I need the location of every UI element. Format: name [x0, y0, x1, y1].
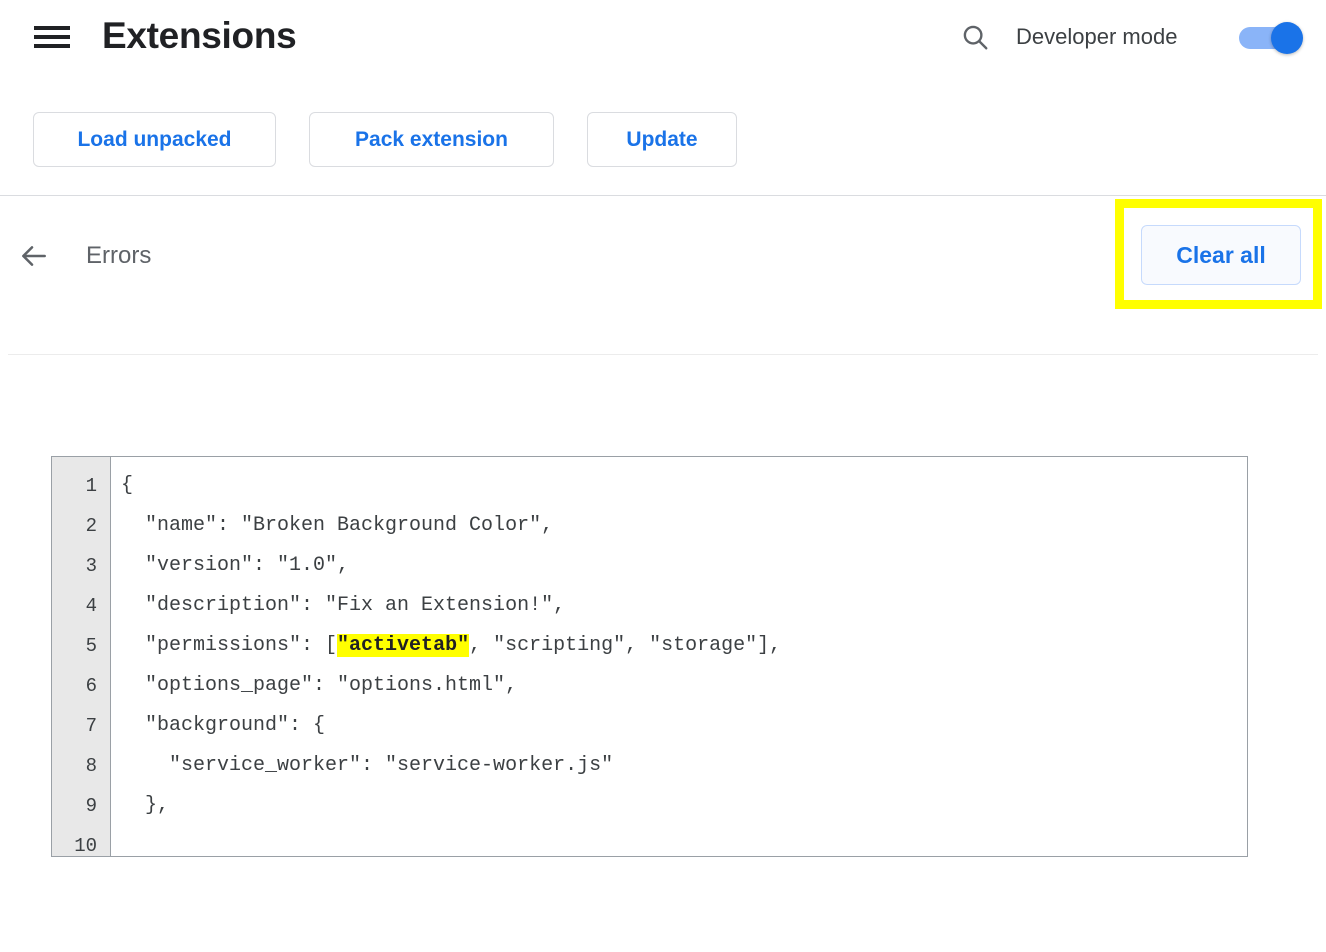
code-text: "name": "Broken Background Color", — [121, 514, 554, 537]
pack-extension-button[interactable]: Pack extension — [309, 112, 554, 167]
errors-header: Errors — [0, 196, 1326, 316]
toggle-knob — [1271, 22, 1303, 54]
code-content-area: { "name": "Broken Background Color", "ve… — [111, 457, 1247, 856]
errors-page-title: Errors — [86, 242, 152, 269]
code-line: "name": "Broken Background Color", — [121, 506, 1247, 546]
code-text: , "scripting", "storage"], — [469, 634, 782, 657]
code-line: { — [121, 466, 1247, 506]
code-text: "service_worker": "service-worker.js" — [121, 754, 614, 777]
developer-mode-label: Developer mode — [1016, 24, 1178, 49]
code-line-number: 1 — [85, 475, 97, 497]
developer-mode-toggle[interactable] — [1239, 22, 1309, 54]
code-text: { — [121, 474, 134, 497]
code-line-number: 3 — [85, 555, 97, 577]
code-line: "background": { — [121, 706, 1247, 746]
clear-all-button[interactable]: Clear all — [1141, 225, 1301, 285]
code-line: }, — [121, 786, 1247, 826]
code-line: "service_worker": "service-worker.js" — [121, 746, 1247, 786]
code-line-number: 9 — [85, 795, 97, 817]
code-line: "version": "1.0", — [121, 546, 1247, 586]
code-line: "permissions": ["activetab", "scripting"… — [121, 626, 1247, 666]
code-line-number: 5 — [85, 635, 97, 657]
code-line-number-gutter: 1 2 3 4 5 6 7 8 9 10 — [52, 457, 111, 856]
errors-list-divider — [8, 354, 1318, 355]
code-line: "options_page": "options.html", — [121, 666, 1247, 706]
load-unpacked-button[interactable]: Load unpacked — [33, 112, 276, 167]
manifest-code-viewer[interactable]: 1 2 3 4 5 6 7 8 9 10 { "name": "Broken Background… — [51, 456, 1248, 857]
code-line: "description": "Fix an Extension!", — [121, 586, 1247, 626]
hamburger-bar — [34, 26, 70, 30]
page-title: Extensions — [102, 15, 297, 56]
top-toolbar: Extensions Developer mode — [0, 0, 1326, 75]
extension-actions-row: Load unpacked Pack extension Update — [0, 75, 1326, 195]
code-line-number: 10 — [74, 835, 97, 857]
code-highlighted-token: "activetab" — [337, 634, 470, 657]
code-text: "permissions": [ — [121, 634, 338, 657]
code-text: "description": "Fix an Extension!", — [121, 594, 566, 617]
code-line-number: 7 — [85, 715, 97, 737]
code-line-number: 4 — [85, 595, 97, 617]
search-icon[interactable] — [955, 17, 995, 57]
code-line-number: 2 — [85, 515, 97, 537]
code-text: "options_page": "options.html", — [121, 674, 518, 697]
code-text: "background": { — [121, 714, 326, 737]
hamburger-bar — [34, 35, 70, 39]
hamburger-menu-icon[interactable] — [34, 23, 70, 51]
code-line-number: 6 — [85, 675, 97, 697]
code-text: }, — [121, 794, 170, 817]
error-list-item: Permission 'activetab' is unknown or URL… — [0, 356, 1326, 796]
back-arrow-icon[interactable] — [14, 236, 54, 276]
code-text: "version": "1.0", — [121, 554, 350, 577]
code-line-number: 8 — [85, 755, 97, 777]
update-button[interactable]: Update — [587, 112, 737, 167]
hamburger-bar — [34, 44, 70, 48]
